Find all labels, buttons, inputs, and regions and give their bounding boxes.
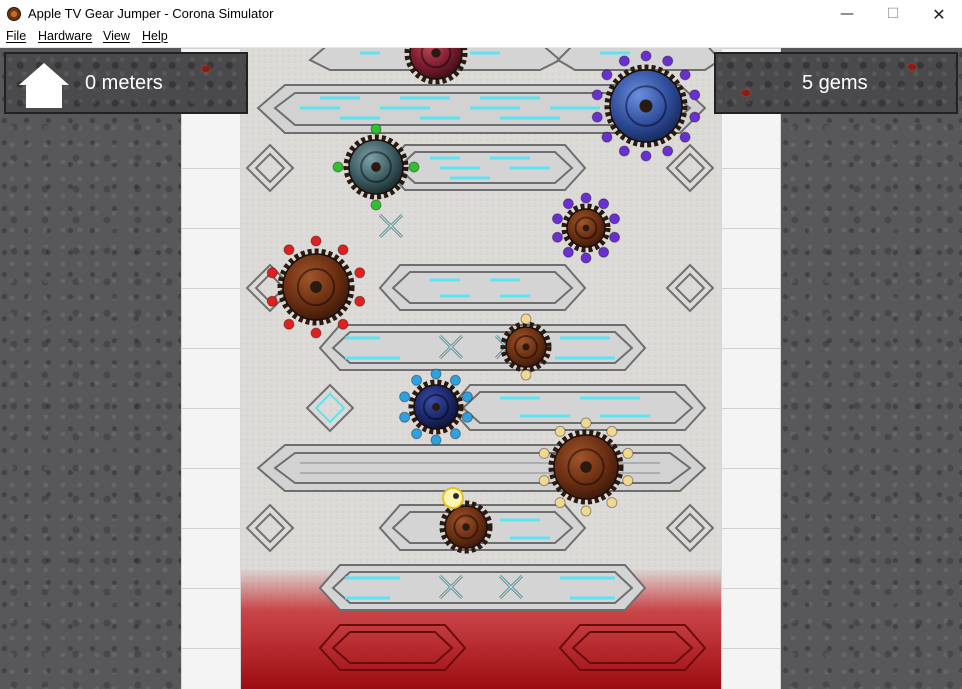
gem <box>283 318 295 330</box>
gem <box>679 69 691 81</box>
track-platform <box>378 264 587 311</box>
gem <box>580 505 592 517</box>
menu-file[interactable]: File <box>6 29 26 43</box>
gem <box>408 161 420 173</box>
gem <box>609 213 621 225</box>
menu-view[interactable]: View <box>103 29 130 43</box>
gem <box>622 475 634 487</box>
gem <box>310 327 322 339</box>
gem <box>609 231 621 243</box>
blood-splatter <box>908 64 916 70</box>
gem <box>622 447 634 459</box>
gem <box>562 246 574 258</box>
window-title: Apple TV Gear Jumper - Corona Simulator <box>28 6 274 21</box>
gem <box>662 55 674 67</box>
gem <box>520 369 532 381</box>
gem <box>461 411 473 423</box>
gem <box>266 295 278 307</box>
app-icon <box>7 7 21 21</box>
gem <box>430 434 442 446</box>
gem <box>354 267 366 279</box>
gem <box>449 428 461 440</box>
blood-splatter <box>742 90 750 96</box>
gem <box>606 425 618 437</box>
gem <box>370 199 382 211</box>
gem <box>606 497 618 509</box>
track-platform <box>256 444 707 492</box>
gems-panel: 5 gems <box>714 52 958 114</box>
gem <box>598 246 610 258</box>
gem <box>370 123 382 135</box>
gear <box>561 203 611 253</box>
gem <box>411 428 423 440</box>
menu-hardware[interactable]: Hardware <box>38 29 92 43</box>
blood-splatter <box>202 66 210 72</box>
gem <box>591 89 603 101</box>
gem <box>598 198 610 210</box>
gem <box>580 417 592 429</box>
distance-panel: 0 meters <box>4 52 248 114</box>
menu-help[interactable]: Help <box>142 29 168 43</box>
home-icon[interactable] <box>17 59 71 111</box>
game-viewport[interactable]: 0 meters 5 gems <box>0 48 962 689</box>
track-platform <box>318 564 647 611</box>
gem <box>310 235 322 247</box>
gem <box>580 252 592 264</box>
gem <box>283 244 295 256</box>
gem <box>551 213 563 225</box>
gem <box>266 267 278 279</box>
title-bar: Apple TV Gear Jumper - Corona Simulator … <box>0 0 962 28</box>
gem <box>591 111 603 123</box>
close-button[interactable]: ✕ <box>916 0 962 28</box>
menu-bar: File Hardware View Help <box>0 28 962 48</box>
gem <box>332 161 344 173</box>
gem <box>618 55 630 67</box>
gem <box>580 192 592 204</box>
gems-counter: 5 gems <box>802 72 868 94</box>
gem <box>538 475 550 487</box>
gem <box>354 295 366 307</box>
gem <box>399 411 411 423</box>
track-platform <box>448 384 707 431</box>
gem <box>430 368 442 380</box>
gem <box>679 131 691 143</box>
gem <box>411 374 423 386</box>
gem <box>337 318 349 330</box>
maximize-button[interactable]: ☐ <box>870 0 916 28</box>
gem <box>399 391 411 403</box>
gem <box>538 447 550 459</box>
gem <box>562 198 574 210</box>
gem <box>601 131 613 143</box>
track-platform <box>318 324 647 371</box>
player-character <box>442 487 464 509</box>
gem <box>554 497 566 509</box>
game-scene <box>241 48 722 689</box>
gear <box>277 248 355 326</box>
gem <box>551 231 563 243</box>
gem <box>640 50 652 62</box>
gem <box>554 425 566 437</box>
gem <box>689 111 701 123</box>
gem <box>449 374 461 386</box>
gem <box>337 244 349 256</box>
gem <box>640 150 652 162</box>
minimize-button[interactable]: — <box>824 0 870 28</box>
gem <box>520 313 532 325</box>
gem <box>689 89 701 101</box>
distance-counter: 0 meters <box>85 72 163 94</box>
gem <box>461 391 473 403</box>
gem <box>601 69 613 81</box>
gem <box>662 145 674 157</box>
gem <box>618 145 630 157</box>
